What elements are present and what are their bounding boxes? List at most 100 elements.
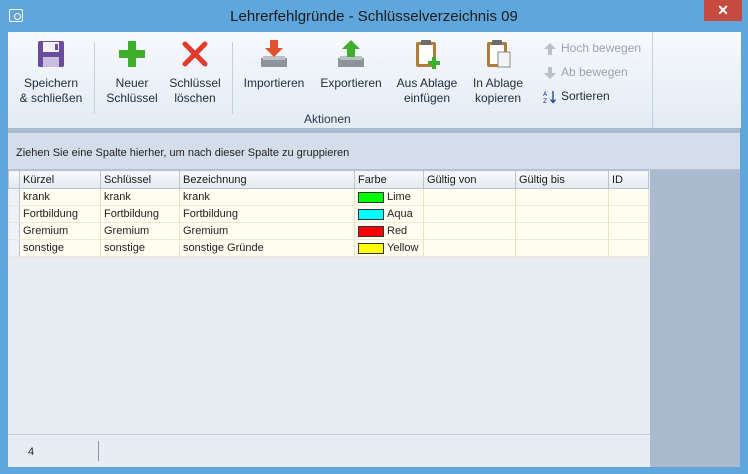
row-selector[interactable] (8, 205, 20, 223)
color-swatch (358, 191, 384, 203)
cell-kuerzel[interactable]: Gremium (19, 222, 101, 240)
column-header-gueltig-von[interactable]: Gültig von (423, 170, 516, 189)
delete-key-button[interactable]: Schlüssel löschen (166, 38, 224, 106)
move-up-label: Hoch bewegen (561, 41, 642, 55)
copy-label-line1: In Ablage (472, 76, 524, 90)
table-row[interactable]: Gremium Gremium Gremium Red (8, 222, 649, 240)
import-label: Importieren (243, 76, 305, 90)
cell-id[interactable] (608, 239, 649, 257)
column-header-farbe[interactable]: Farbe (354, 170, 424, 189)
move-up-button[interactable]: Hoch bewegen (543, 39, 641, 57)
color-name: Yellow (387, 242, 419, 254)
export-label: Exportieren (320, 76, 382, 90)
export-button[interactable]: Exportieren (316, 38, 386, 91)
color-swatch (358, 208, 384, 220)
cell-kuerzel[interactable]: Fortbildung (19, 205, 101, 223)
row-selector[interactable] (8, 239, 20, 257)
status-divider (98, 441, 99, 461)
cell-farbe[interactable]: Red (354, 222, 424, 240)
save-icon (35, 38, 67, 70)
import-button[interactable]: Importieren (240, 38, 308, 91)
paste-label-line2: einfügen (403, 91, 451, 105)
column-header-gueltig-bis[interactable]: Gültig bis (515, 170, 609, 189)
cell-kuerzel[interactable]: krank (19, 188, 101, 206)
column-header-id[interactable]: ID (608, 170, 649, 189)
status-bar: 4 (8, 434, 650, 467)
new-label-line2: Schlüssel (106, 91, 158, 105)
move-down-label: Ab bewegen (561, 65, 628, 79)
color-name: Red (387, 225, 408, 237)
cell-id[interactable] (608, 188, 649, 206)
cell-gueltig-bis[interactable] (515, 205, 609, 223)
cell-schluessel[interactable]: Gremium (100, 222, 180, 240)
cell-gueltig-bis[interactable] (515, 222, 609, 240)
move-down-button[interactable]: Ab bewegen (543, 63, 628, 81)
cell-gueltig-bis[interactable] (515, 188, 609, 206)
color-swatch (358, 225, 384, 237)
cell-id[interactable] (608, 222, 649, 240)
sort-button[interactable]: A Z Sortieren (543, 87, 610, 105)
arrow-down-icon (543, 66, 557, 80)
cell-schluessel[interactable]: Fortbildung (100, 205, 180, 223)
data-grid[interactable]: Kürzel Schlüssel Bezeichnung Farbe Gülti… (8, 170, 650, 434)
delete-x-icon (179, 38, 211, 70)
title-bar[interactable]: Lehrerfehlgründe - Schlüsselverzeichnis … (0, 0, 748, 32)
cell-farbe[interactable]: Lime (354, 188, 424, 206)
cell-schluessel[interactable]: sonstige (100, 239, 180, 257)
color-name: Lime (387, 191, 411, 203)
row-selector[interactable] (8, 222, 20, 240)
paste-label-line1: Aus Ablage (396, 76, 458, 90)
plus-icon (116, 38, 148, 70)
cell-id[interactable] (608, 205, 649, 223)
row-selector-header (8, 170, 20, 189)
color-name: Aqua (387, 208, 413, 220)
cell-farbe[interactable]: Yellow (354, 239, 424, 257)
cell-bezeichnung[interactable]: sonstige Gründe (179, 239, 355, 257)
column-header-schluessel[interactable]: Schlüssel (100, 170, 180, 189)
cell-schluessel[interactable]: krank (100, 188, 180, 206)
arrow-up-icon (543, 42, 557, 56)
close-button[interactable]: ✕ (704, 0, 742, 21)
grid-container: Ziehen Sie eine Spalte hierher, um nach … (8, 129, 740, 467)
table-row[interactable]: Fortbildung Fortbildung Fortbildung Aqua (8, 205, 649, 223)
column-header-kuerzel[interactable]: Kürzel (19, 170, 101, 189)
import-icon (258, 38, 290, 70)
ribbon-group-label: Aktionen (304, 112, 351, 126)
cell-gueltig-von[interactable] (423, 239, 516, 257)
application-window: Lehrerfehlgründe - Schlüsselverzeichnis … (0, 0, 748, 474)
cell-farbe[interactable]: Aqua (354, 205, 424, 223)
clipboard-paste-icon (411, 38, 443, 70)
cell-bezeichnung[interactable]: Fortbildung (179, 205, 355, 223)
cell-gueltig-bis[interactable] (515, 239, 609, 257)
svg-text:A: A (543, 91, 548, 98)
save-and-close-button[interactable]: Speichern & schließen (14, 38, 88, 106)
group-hint: Ziehen Sie eine Spalte hierher, um nach … (16, 147, 350, 159)
new-key-button[interactable]: Neuer Schlüssel (102, 38, 162, 106)
ribbon-toolbar: Speichern & schließen Neuer Schlüssel Sc… (8, 32, 740, 129)
color-swatch (358, 242, 384, 254)
ribbon-separator (232, 42, 233, 114)
table-row[interactable]: sonstige sonstige sonstige Gründe Yellow (8, 239, 649, 257)
paste-from-clipboard-button[interactable]: Aus Ablage einfügen (392, 38, 462, 106)
table-row[interactable]: krank krank krank Lime (8, 188, 649, 206)
new-label-line1: Neuer (115, 76, 149, 90)
copy-to-clipboard-button[interactable]: In Ablage kopieren (466, 38, 530, 106)
record-count: 4 (28, 446, 35, 458)
cell-bezeichnung[interactable]: Gremium (179, 222, 355, 240)
ribbon-empty-panel (652, 32, 741, 128)
cell-gueltig-von[interactable] (423, 205, 516, 223)
row-selector[interactable] (8, 188, 20, 206)
copy-label-line2: kopieren (474, 91, 522, 105)
delete-label-line2: löschen (174, 91, 216, 105)
sort-az-icon: A Z (543, 90, 557, 105)
cell-gueltig-von[interactable] (423, 222, 516, 240)
group-by-panel[interactable]: Ziehen Sie eine Spalte hierher, um nach … (8, 133, 740, 170)
cell-bezeichnung[interactable]: krank (179, 188, 355, 206)
ribbon-separator (94, 42, 95, 114)
svg-text:Z: Z (543, 98, 547, 104)
key-table: Kürzel Schlüssel Bezeichnung Farbe Gülti… (8, 170, 649, 257)
cell-gueltig-von[interactable] (423, 188, 516, 206)
export-icon (335, 38, 367, 70)
column-header-bezeichnung[interactable]: Bezeichnung (179, 170, 355, 189)
cell-kuerzel[interactable]: sonstige (19, 239, 101, 257)
